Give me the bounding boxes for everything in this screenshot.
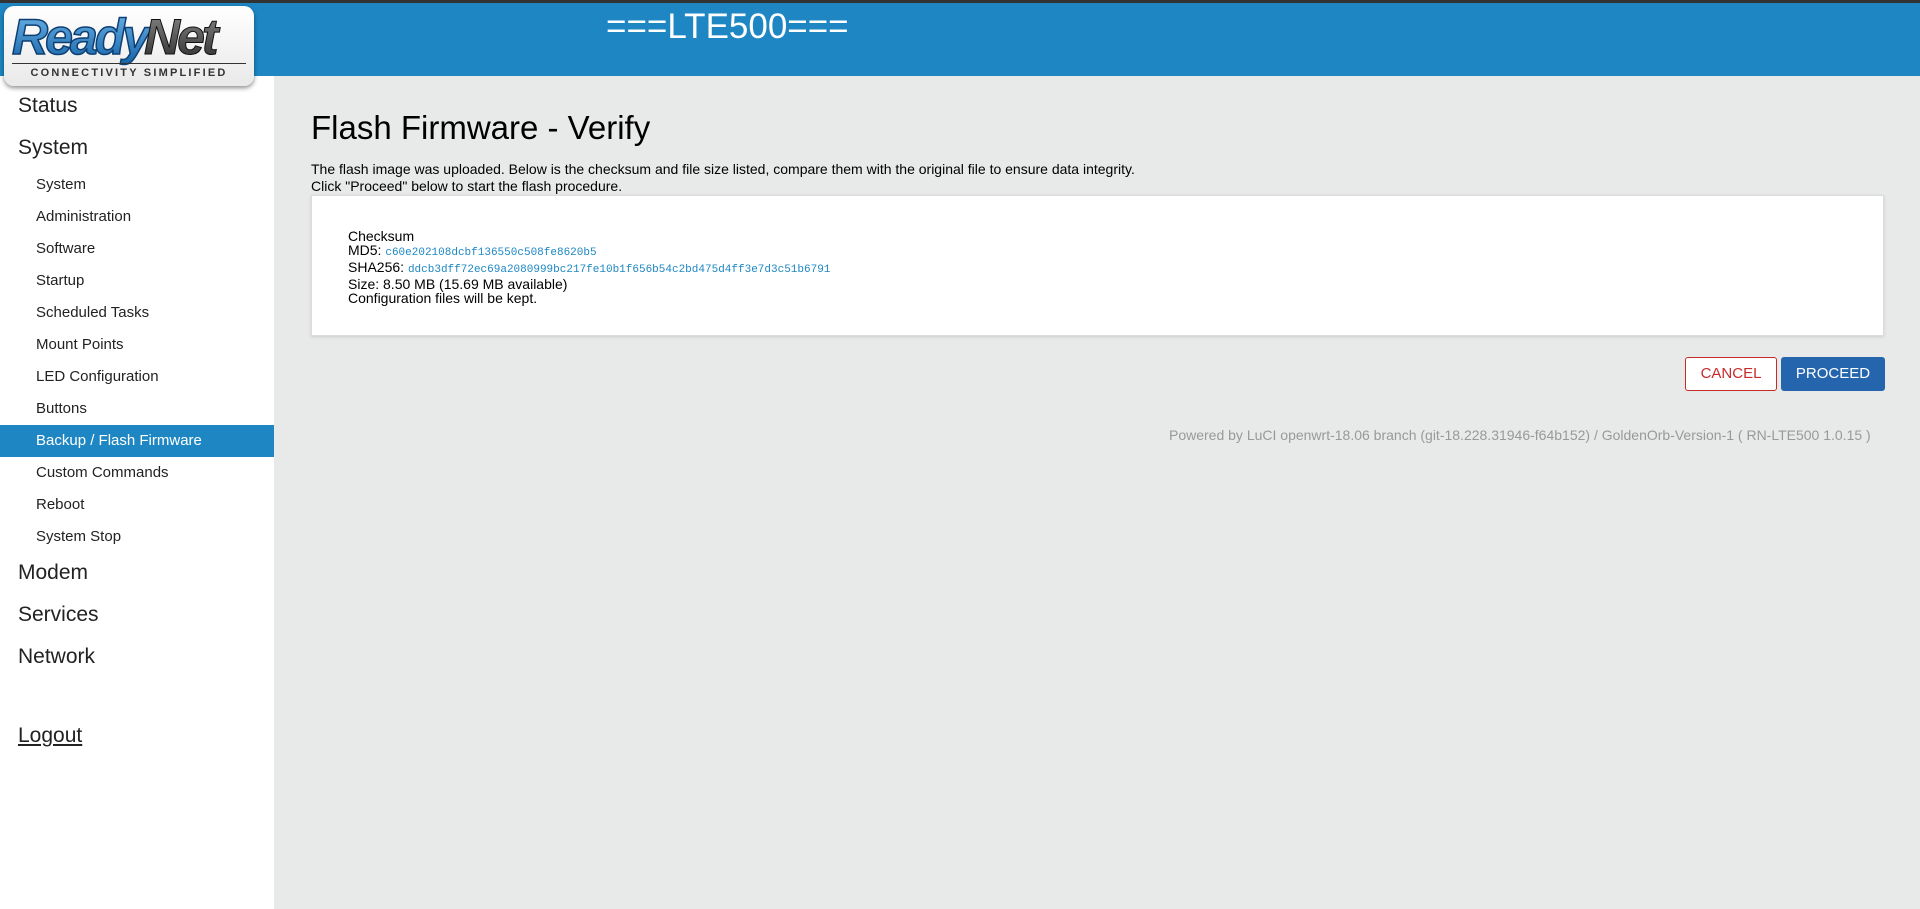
description-line-2: Click "Proceed" below to start the flash… (311, 178, 623, 194)
sidebar-item-scheduled-tasks[interactable]: Scheduled Tasks (0, 297, 274, 329)
sidebar-item-startup[interactable]: Startup (0, 265, 274, 297)
sidebar-item-backup-flash-firmware[interactable]: Backup / Flash Firmware (0, 425, 274, 457)
md5-value: c60e202108dcbf136550c508fe8620b5 (385, 247, 597, 259)
sidebar-item-system[interactable]: System (0, 169, 274, 201)
svg-text:Ready: Ready (12, 9, 152, 65)
logo-tagline: CONNECTIVITY SIMPLIFIED (30, 67, 227, 79)
sidebar: Status System System Administration Soft… (0, 76, 274, 909)
menu-network[interactable]: Network (18, 645, 95, 669)
device-brand-title: ===LTE500=== (606, 7, 849, 46)
menu-services[interactable]: Services (18, 603, 99, 627)
page-title: Flash Firmware - Verify (311, 109, 651, 146)
main-content: Flash Firmware - Verify The flash image … (274, 76, 1920, 909)
sidebar-item-system-stop[interactable]: System Stop (0, 521, 274, 553)
sidebar-item-reboot[interactable]: Reboot (0, 489, 274, 521)
checksum-info: Checksum MD5: c60e202108dcbf136550c508fe… (348, 229, 830, 305)
header-bar: ===LTE500=== (0, 3, 1920, 76)
readynet-logo[interactable]: Ready Net CONNECTIVITY SIMPLIFIED (4, 6, 254, 86)
sidebar-item-custom-commands[interactable]: Custom Commands (0, 457, 274, 489)
checksum-label: Checksum (348, 228, 415, 244)
footer-powered-by: Powered by LuCI openwrt-18.06 branch (gi… (1169, 427, 1871, 443)
sidebar-item-software[interactable]: Software (0, 233, 274, 265)
verify-panel: Checksum MD5: c60e202108dcbf136550c508fe… (311, 195, 1884, 336)
menu-system[interactable]: System (18, 136, 88, 160)
sha256-label: SHA256: (348, 259, 405, 275)
size-info: Size: 8.50 MB (15.69 MB available) (348, 276, 568, 292)
description-line-1: The flash image was uploaded. Below is t… (311, 161, 1135, 177)
sha256-row: SHA256: ddcb3dff72ec69a2080999bc217fe10b… (348, 260, 830, 277)
sidebar-item-administration[interactable]: Administration (0, 201, 274, 233)
logout-link[interactable]: Logout (18, 724, 82, 748)
menu-status[interactable]: Status (18, 94, 78, 118)
logo-net-part: Net (144, 9, 221, 65)
sidebar-item-led-configuration[interactable]: LED Configuration (0, 361, 274, 393)
cancel-button[interactable]: CANCEL (1685, 357, 1777, 391)
logo-graphic: Ready Net CONNECTIVITY SIMPLIFIED (11, 8, 246, 79)
proceed-button[interactable]: PROCEED (1781, 357, 1885, 391)
page-description: The flash image was uploaded. Below is t… (311, 161, 1135, 195)
sha256-value: ddcb3dff72ec69a2080999bc217fe10b1f656b54… (407, 264, 831, 276)
sidebar-item-buttons[interactable]: Buttons (0, 393, 274, 425)
md5-label: MD5: (348, 242, 382, 258)
md5-row: MD5: c60e202108dcbf136550c508fe8620b5 (348, 243, 830, 260)
sidebar-item-mount-points[interactable]: Mount Points (0, 329, 274, 361)
config-note: Configuration files will be kept. (348, 290, 538, 306)
menu-modem[interactable]: Modem (18, 561, 88, 585)
